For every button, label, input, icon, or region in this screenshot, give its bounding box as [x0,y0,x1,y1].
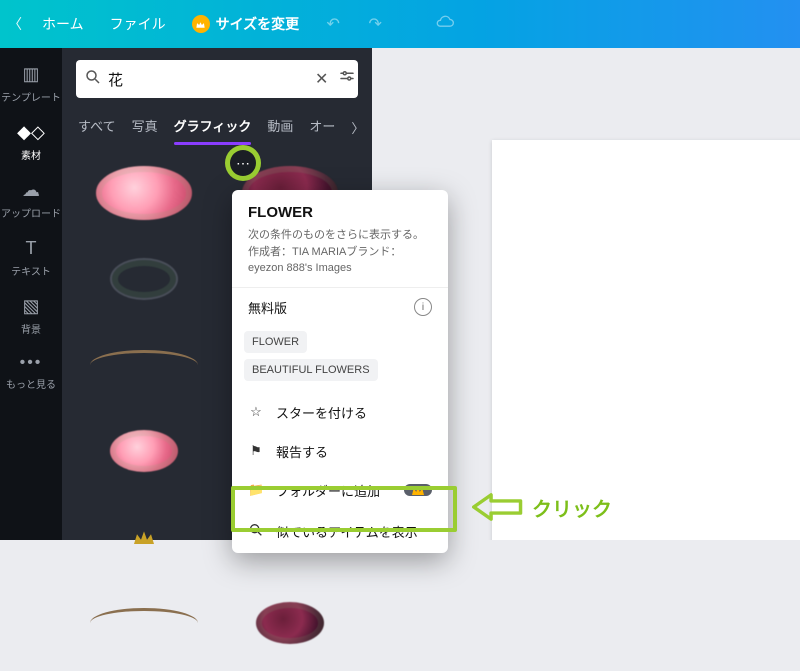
result-thumb[interactable] [76,241,212,317]
tab-all[interactable]: すべて [78,110,116,145]
popup-folder-item[interactable]: 📁 フォルダーに追加 [232,471,448,510]
popup-similar-item[interactable]: 似ているアイテムを表示 [232,510,448,553]
tab-video[interactable]: 動画 [267,110,293,145]
rail-text[interactable]: T テキスト [0,230,62,286]
search-input[interactable] [108,71,307,88]
tabs-scroll-right-icon[interactable]: 〉 [351,118,364,137]
filter-icon[interactable] [336,66,358,93]
search-icon [248,522,264,541]
popup-report-item[interactable]: ⚑ 報告する [232,432,448,471]
popup-free-label: 無料版 [248,298,287,317]
top-bar: 〈 ホーム ファイル サイズを変更 ↶ ↷ [0,0,800,48]
annotation-click: クリック [472,492,612,522]
rail-templates[interactable]: ▥ テンプレート [0,56,62,112]
result-thumb[interactable] [222,585,358,661]
tab-photos[interactable]: 写真 [132,110,158,145]
more-icon: ••• [0,354,62,372]
popup-description: 次の条件のものをさらに表示する。作成者：TIA MARIAブランド：eyezon… [248,227,432,277]
popup-similar-label: 似ているアイテムを表示 [276,522,418,541]
tab-audio[interactable]: オー [309,110,335,145]
result-thumb[interactable] [76,327,212,403]
templates-icon: ▥ [0,64,62,85]
home-label: ホーム [42,14,84,34]
result-thumb[interactable] [76,155,212,231]
result-thumb[interactable] [76,499,212,575]
rail-elements-label: 素材 [21,151,41,162]
cloud-sync-icon [431,15,459,34]
design-page[interactable] [492,140,800,540]
pro-badge [404,484,432,496]
rail-uploads-label: アップロード [1,209,61,220]
redo-button[interactable]: ↷ [361,14,389,34]
text-icon: T [0,238,62,259]
rail-uploads[interactable]: ☁ アップロード [0,172,62,228]
background-icon: ▧ [0,296,62,317]
item-more-button[interactable]: ⋯ [230,150,256,176]
side-rail: ▥ テンプレート ◆◇ 素材 ☁ アップロード T テキスト ▧ 背景 ••• … [0,48,62,540]
rail-background[interactable]: ▧ 背景 [0,288,62,344]
file-menu[interactable]: ファイル [104,8,172,40]
elements-icon: ◆◇ [0,122,62,143]
rail-more-label: もっと見る [6,380,56,391]
resize-label: サイズを変更 [216,14,300,34]
clear-search-icon[interactable]: ✕ [313,67,330,91]
rail-background-label: 背景 [21,325,41,336]
tag-link[interactable]: BEAUTIFUL FLOWERS [244,359,378,381]
annotation-click-label: クリック [532,493,612,522]
item-context-popup: FLOWER 次の条件のものをさらに表示する。作成者：TIA MARIAブランド… [232,190,448,553]
result-thumb[interactable] [76,413,212,489]
search-field[interactable]: ✕ [76,60,358,98]
crown-icon [192,15,210,33]
search-icon [84,68,102,91]
popup-star-item[interactable]: ☆ スターを付ける [232,393,448,432]
rail-elements[interactable]: ◆◇ 素材 [0,114,62,170]
info-icon[interactable]: i [414,298,432,316]
result-thumb[interactable] [76,585,212,661]
popup-star-label: スターを付ける [276,403,367,422]
file-label: ファイル [110,14,166,34]
rail-more[interactable]: ••• もっと見る [0,346,62,399]
rail-text-label: テキスト [11,267,51,278]
uploads-icon: ☁ [0,180,62,201]
popup-folder-label: フォルダーに追加 [276,481,380,500]
home-button[interactable]: ホーム [36,8,90,40]
crown-icon [412,485,424,495]
arrow-left-icon [472,492,524,522]
category-tabs: すべて 写真 グラフィック 動画 オー 〉 [62,106,372,145]
popup-title: FLOWER [248,204,432,221]
popup-report-label: 報告する [276,442,328,461]
back-button[interactable]: 〈 [8,14,22,34]
flag-icon: ⚑ [248,443,264,459]
rail-templates-label: テンプレート [1,93,61,104]
star-icon: ☆ [248,404,264,420]
tag-link[interactable]: FLOWER [244,331,307,353]
undo-button[interactable]: ↶ [319,14,347,34]
folder-icon: 📁 [248,482,264,498]
tab-graphics[interactable]: グラフィック [174,110,252,145]
popup-tags: FLOWER BEAUTIFUL FLOWERS [232,327,448,393]
resize-button[interactable]: サイズを変更 [186,8,306,40]
